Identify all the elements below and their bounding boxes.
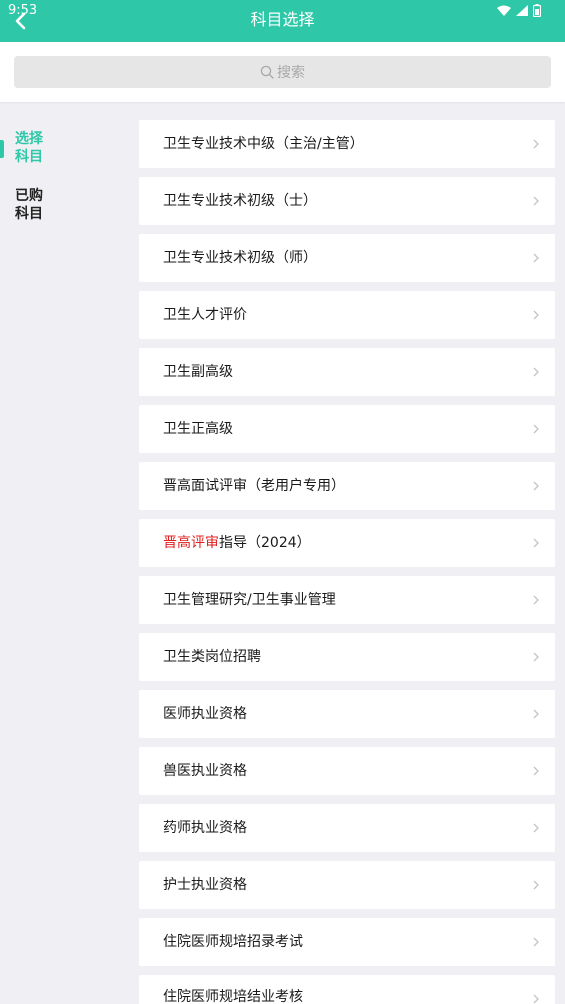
- chevron-right-icon: [533, 424, 539, 434]
- subject-label: 卫生管理研究/卫生事业管理: [163, 592, 336, 608]
- wifi-icon: [497, 5, 511, 16]
- subject-label: 卫生专业技术初级（师）: [163, 250, 317, 266]
- signal-icon: [516, 5, 528, 16]
- chevron-right-icon: [533, 823, 539, 833]
- list-item[interactable]: 卫生副高级: [139, 348, 555, 396]
- list-item[interactable]: 医师执业资格: [139, 690, 555, 738]
- list-item[interactable]: 住院医师规培招录考试: [139, 918, 555, 966]
- subject-label: 医师执业资格: [163, 706, 247, 722]
- subject-label: 卫生专业技术中级（主治/主管）: [163, 136, 364, 152]
- subject-label: 卫生专业技术初级（士）: [163, 193, 317, 209]
- chevron-right-icon: [533, 481, 539, 491]
- list-item[interactable]: 卫生正高级: [139, 405, 555, 453]
- tab-select-subject[interactable]: 选择科目: [0, 130, 80, 170]
- search-placeholder: 搜索: [277, 65, 305, 81]
- list-item[interactable]: 卫生专业技术初级（士）: [139, 177, 555, 225]
- list-item[interactable]: 卫生专业技术初级（师）: [139, 234, 555, 282]
- subject-label-highlight: 晋高评审: [163, 535, 219, 551]
- list-item[interactable]: 护士执业资格: [139, 861, 555, 909]
- chevron-right-icon: [533, 196, 539, 206]
- subject-label: 护士执业资格: [163, 877, 247, 893]
- tab-purchased-subjects[interactable]: 已购科目: [0, 187, 80, 227]
- chevron-right-icon: [533, 253, 539, 263]
- list-item[interactable]: 兽医执业资格: [139, 747, 555, 795]
- subject-label: 卫生正高级: [163, 421, 233, 437]
- subject-label: 卫生类岗位招聘: [163, 649, 261, 665]
- chevron-right-icon: [533, 709, 539, 719]
- search-input[interactable]: 搜索: [14, 56, 551, 88]
- subject-label: 兽医执业资格: [163, 763, 247, 779]
- subject-label: 卫生副高级: [163, 364, 233, 380]
- chevron-right-icon: [533, 538, 539, 548]
- chevron-right-icon: [533, 310, 539, 320]
- list-item[interactable]: 卫生管理研究/卫生事业管理: [139, 576, 555, 624]
- list-item[interactable]: 晋高面试评审（老用户专用）: [139, 462, 555, 510]
- list-item[interactable]: 卫生人才评价: [139, 291, 555, 339]
- list-item[interactable]: 住院医师规培结业考核: [139, 975, 555, 1004]
- list-item[interactable]: 晋高评审指导（2024）: [139, 519, 555, 567]
- chevron-right-icon: [533, 994, 539, 1004]
- top-bar: 9:53 科目选择: [0, 0, 565, 42]
- subject-label: 晋高面试评审（老用户专用）: [163, 478, 345, 494]
- search-bar: 搜索: [0, 42, 565, 102]
- back-arrow-icon: [15, 12, 26, 30]
- subject-label-rest: 指导（2024）: [219, 535, 311, 551]
- chevron-right-icon: [533, 880, 539, 890]
- subject-label: 药师执业资格: [163, 820, 247, 836]
- list-item[interactable]: 药师执业资格: [139, 804, 555, 852]
- back-button[interactable]: [10, 10, 32, 32]
- status-icons: [497, 4, 541, 17]
- page-title: 科目选择: [250, 10, 315, 29]
- category-sidebar: 选择科目 已购科目: [0, 102, 139, 1004]
- chevron-right-icon: [533, 766, 539, 776]
- chevron-right-icon: [533, 937, 539, 947]
- app-root: 9:53 科目选择 搜索 选择科目 已购科目 卫生专业技术中级（主治/主管） 卫…: [0, 0, 565, 1004]
- chevron-right-icon: [533, 139, 539, 149]
- list-item[interactable]: 卫生专业技术中级（主治/主管）: [139, 120, 555, 168]
- subject-label: 住院医师规培招录考试: [163, 934, 303, 950]
- subject-label: 住院医师规培结业考核: [163, 989, 303, 1004]
- battery-icon: [533, 4, 541, 17]
- chevron-right-icon: [533, 652, 539, 662]
- active-tab-indicator: [0, 140, 4, 158]
- subject-label: 卫生人才评价: [163, 307, 247, 323]
- subject-label: 晋高评审指导（2024）: [163, 519, 311, 567]
- search-icon: [260, 65, 274, 79]
- tab-label: 选择科目: [15, 131, 43, 165]
- tab-label: 已购科目: [15, 188, 43, 222]
- chevron-right-icon: [533, 367, 539, 377]
- list-item[interactable]: 卫生类岗位招聘: [139, 633, 555, 681]
- chevron-right-icon: [533, 595, 539, 605]
